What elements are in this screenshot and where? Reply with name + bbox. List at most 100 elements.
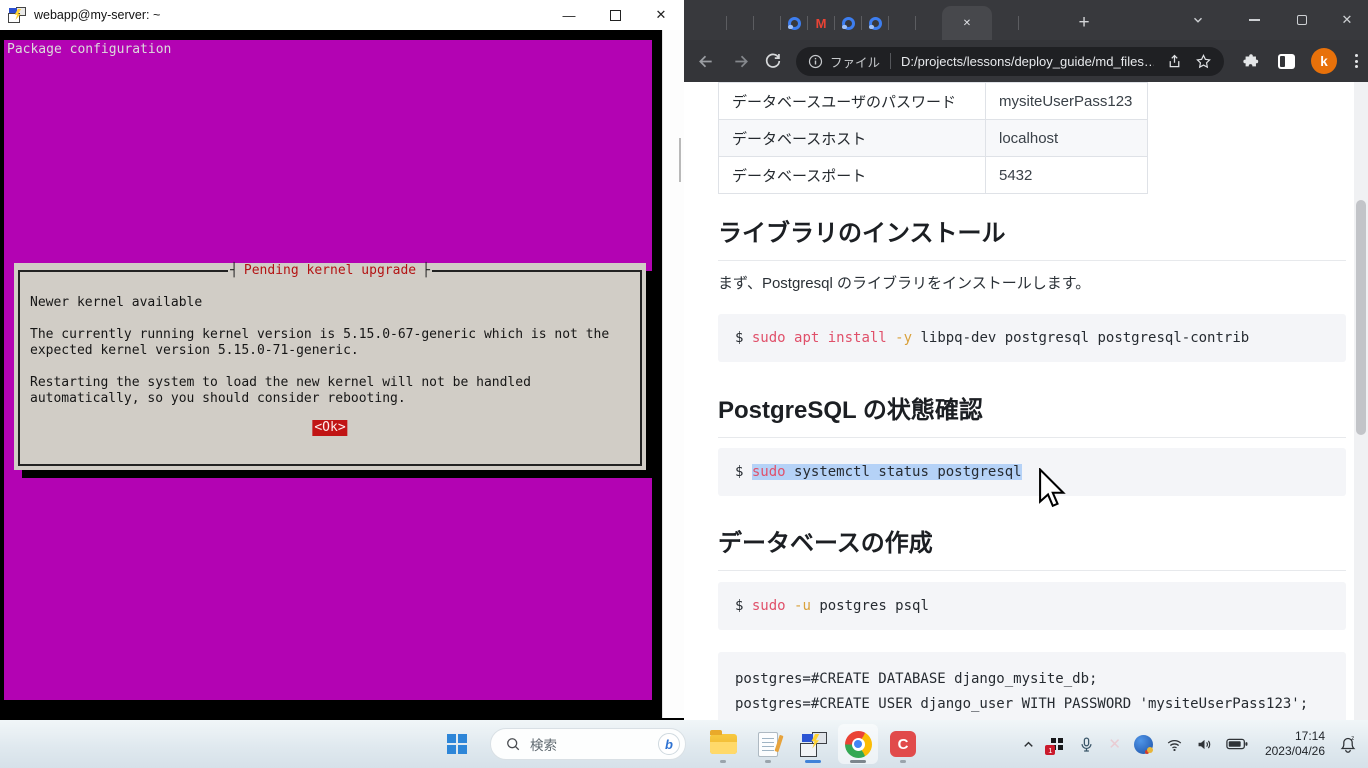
- page-info-button[interactable]: [808, 54, 823, 69]
- code-line: postgres=#CREATE USER django_user WITH P…: [735, 692, 1346, 717]
- code-args: postgres psql: [819, 598, 929, 614]
- tray-microphone[interactable]: [1078, 736, 1095, 753]
- forward-button[interactable]: [726, 46, 756, 76]
- dialog-title-text: Pending kernel upgrade: [238, 263, 422, 278]
- table-row: データベースホスト localhost: [719, 120, 1148, 157]
- terminal-minimize-button[interactable]: —: [546, 0, 592, 30]
- terminal-screen[interactable]: Package configuration ┤Pending kernel up…: [0, 30, 684, 718]
- arrow-right-icon: [732, 52, 751, 71]
- browser-tab-gmail[interactable]: M: [808, 6, 834, 40]
- debconf-screen: Package configuration ┤Pending kernel up…: [4, 40, 652, 700]
- taskbar-apps: C: [703, 724, 928, 764]
- browser-menu-button[interactable]: [1355, 54, 1358, 68]
- browser-tab[interactable]: [835, 6, 861, 40]
- tray-close-faint-icon[interactable]: ✕: [1108, 735, 1121, 753]
- reload-icon: [764, 52, 782, 70]
- address-bar[interactable]: ファイル D:/projects/lessons/deploy_guide/md…: [796, 47, 1224, 76]
- browser-window: M ✕ + ✕: [684, 0, 1368, 720]
- chevron-up-icon: [1021, 737, 1036, 752]
- paragraph: まず、Postgresql のライブラリをインストールします。: [718, 272, 1090, 293]
- tray-app-blue-orb[interactable]: [1134, 735, 1153, 754]
- code-flag: -u: [794, 598, 811, 614]
- page-scrollbar-thumb[interactable]: [1356, 200, 1366, 435]
- tab-search-chevron-button[interactable]: [1181, 0, 1215, 40]
- start-button[interactable]: [447, 734, 467, 754]
- table-cell-label: データベースホスト: [719, 120, 986, 157]
- notepad-icon: [758, 732, 778, 757]
- gmail-favicon: M: [816, 16, 827, 31]
- puzzle-icon: [1242, 52, 1260, 70]
- pending-kernel-dialog: ┤Pending kernel upgrade├ Newer kernel av…: [14, 263, 646, 470]
- browser-tab[interactable]: [916, 6, 942, 40]
- search-placeholder: 検索: [530, 734, 658, 754]
- debconf-screen-title: Package configuration: [7, 42, 171, 57]
- terminal-scrollbar-thumb[interactable]: [679, 138, 681, 182]
- windows-logo-icon: [447, 734, 456, 743]
- taskbar-clock[interactable]: 17:14 2023/04/26: [1265, 729, 1325, 759]
- bookmark-button[interactable]: [1195, 53, 1212, 70]
- box-tee-left-icon: ┤: [230, 263, 238, 278]
- notification-center-button[interactable]: z: [1338, 734, 1358, 754]
- profile-avatar[interactable]: k: [1311, 48, 1337, 74]
- browser-tab[interactable]: [992, 6, 1018, 40]
- terminal-maximize-button[interactable]: [592, 0, 638, 30]
- taskbar-putty[interactable]: [793, 724, 833, 764]
- dialog-text-line: expected kernel version 5.15.0-71-generi…: [30, 343, 359, 359]
- share-button[interactable]: [1166, 53, 1183, 70]
- browser-tab[interactable]: [727, 6, 753, 40]
- table-cell-label: データベースユーザのパスワード: [719, 83, 986, 120]
- tray-notification-app[interactable]: 1: [1049, 736, 1065, 752]
- code-flag: -y: [895, 330, 912, 346]
- side-panel-button[interactable]: [1278, 54, 1295, 69]
- info-icon: [808, 54, 823, 69]
- terminal-close-button[interactable]: ✕: [638, 0, 684, 30]
- taskbar-chrome[interactable]: [838, 724, 878, 764]
- url-text[interactable]: D:/projects/lessons/deploy_guide/md_file…: [901, 54, 1154, 69]
- code-block-sql: postgres=#CREATE DATABASE django_mysite_…: [718, 652, 1346, 720]
- terminal-scrollbar[interactable]: [662, 30, 684, 718]
- new-tab-button[interactable]: +: [1069, 6, 1099, 40]
- blue-orb-icon: [1134, 735, 1153, 754]
- maximize-icon: [610, 10, 621, 21]
- chevron-down-icon: [1191, 13, 1205, 27]
- svg-text:z: z: [1351, 735, 1354, 742]
- browser-close-button[interactable]: ✕: [1330, 0, 1364, 40]
- browser-tab[interactable]: [862, 6, 888, 40]
- page-scrollbar[interactable]: [1354, 82, 1368, 720]
- maximize-icon: [1297, 15, 1307, 25]
- section-heading-createdb: データベースの作成: [718, 523, 1346, 571]
- battery-icon: [1226, 737, 1248, 751]
- tray-battery[interactable]: [1226, 737, 1248, 751]
- app-grid-icon: [1051, 738, 1056, 743]
- tray-overflow-chevron[interactable]: [1021, 737, 1036, 752]
- browser-tab[interactable]: [889, 6, 915, 40]
- tray-volume[interactable]: [1196, 736, 1213, 753]
- shell-prompt: $: [735, 464, 743, 480]
- blue-ring-favicon: [842, 17, 855, 30]
- tab-close-icon[interactable]: ✕: [963, 18, 971, 29]
- browser-tab-active[interactable]: ✕: [942, 6, 992, 40]
- taskbar-search-box[interactable]: 検索 b: [490, 728, 686, 760]
- extensions-button[interactable]: [1242, 52, 1260, 70]
- browser-tab[interactable]: [700, 6, 726, 40]
- tray-wifi[interactable]: [1166, 736, 1183, 753]
- dialog-ok-button[interactable]: <Ok>: [312, 420, 347, 436]
- browser-maximize-button[interactable]: [1285, 0, 1319, 40]
- browser-tab[interactable]: [781, 6, 807, 40]
- table-cell-value: localhost: [986, 120, 1148, 157]
- taskbar-file-explorer[interactable]: [703, 724, 743, 764]
- browser-tab[interactable]: [1019, 6, 1045, 40]
- terminal-window: webapp@my-server: ~ — ✕ Package configur…: [0, 0, 684, 718]
- browser-tab[interactable]: [754, 6, 780, 40]
- terminal-titlebar[interactable]: webapp@my-server: ~ — ✕: [0, 0, 684, 30]
- taskbar-camtasia[interactable]: C: [883, 724, 923, 764]
- code-block-systemctl: $ sudo systemctl status postgresql: [718, 448, 1346, 496]
- shell-prompt: $: [735, 598, 743, 614]
- reload-button[interactable]: [758, 46, 788, 76]
- browser-minimize-button[interactable]: [1237, 0, 1271, 40]
- url-scheme-label: ファイル: [830, 52, 880, 71]
- bing-icon[interactable]: b: [658, 733, 680, 755]
- back-button[interactable]: [690, 46, 720, 76]
- blue-ring-favicon: [869, 17, 882, 30]
- taskbar-notepad[interactable]: [748, 724, 788, 764]
